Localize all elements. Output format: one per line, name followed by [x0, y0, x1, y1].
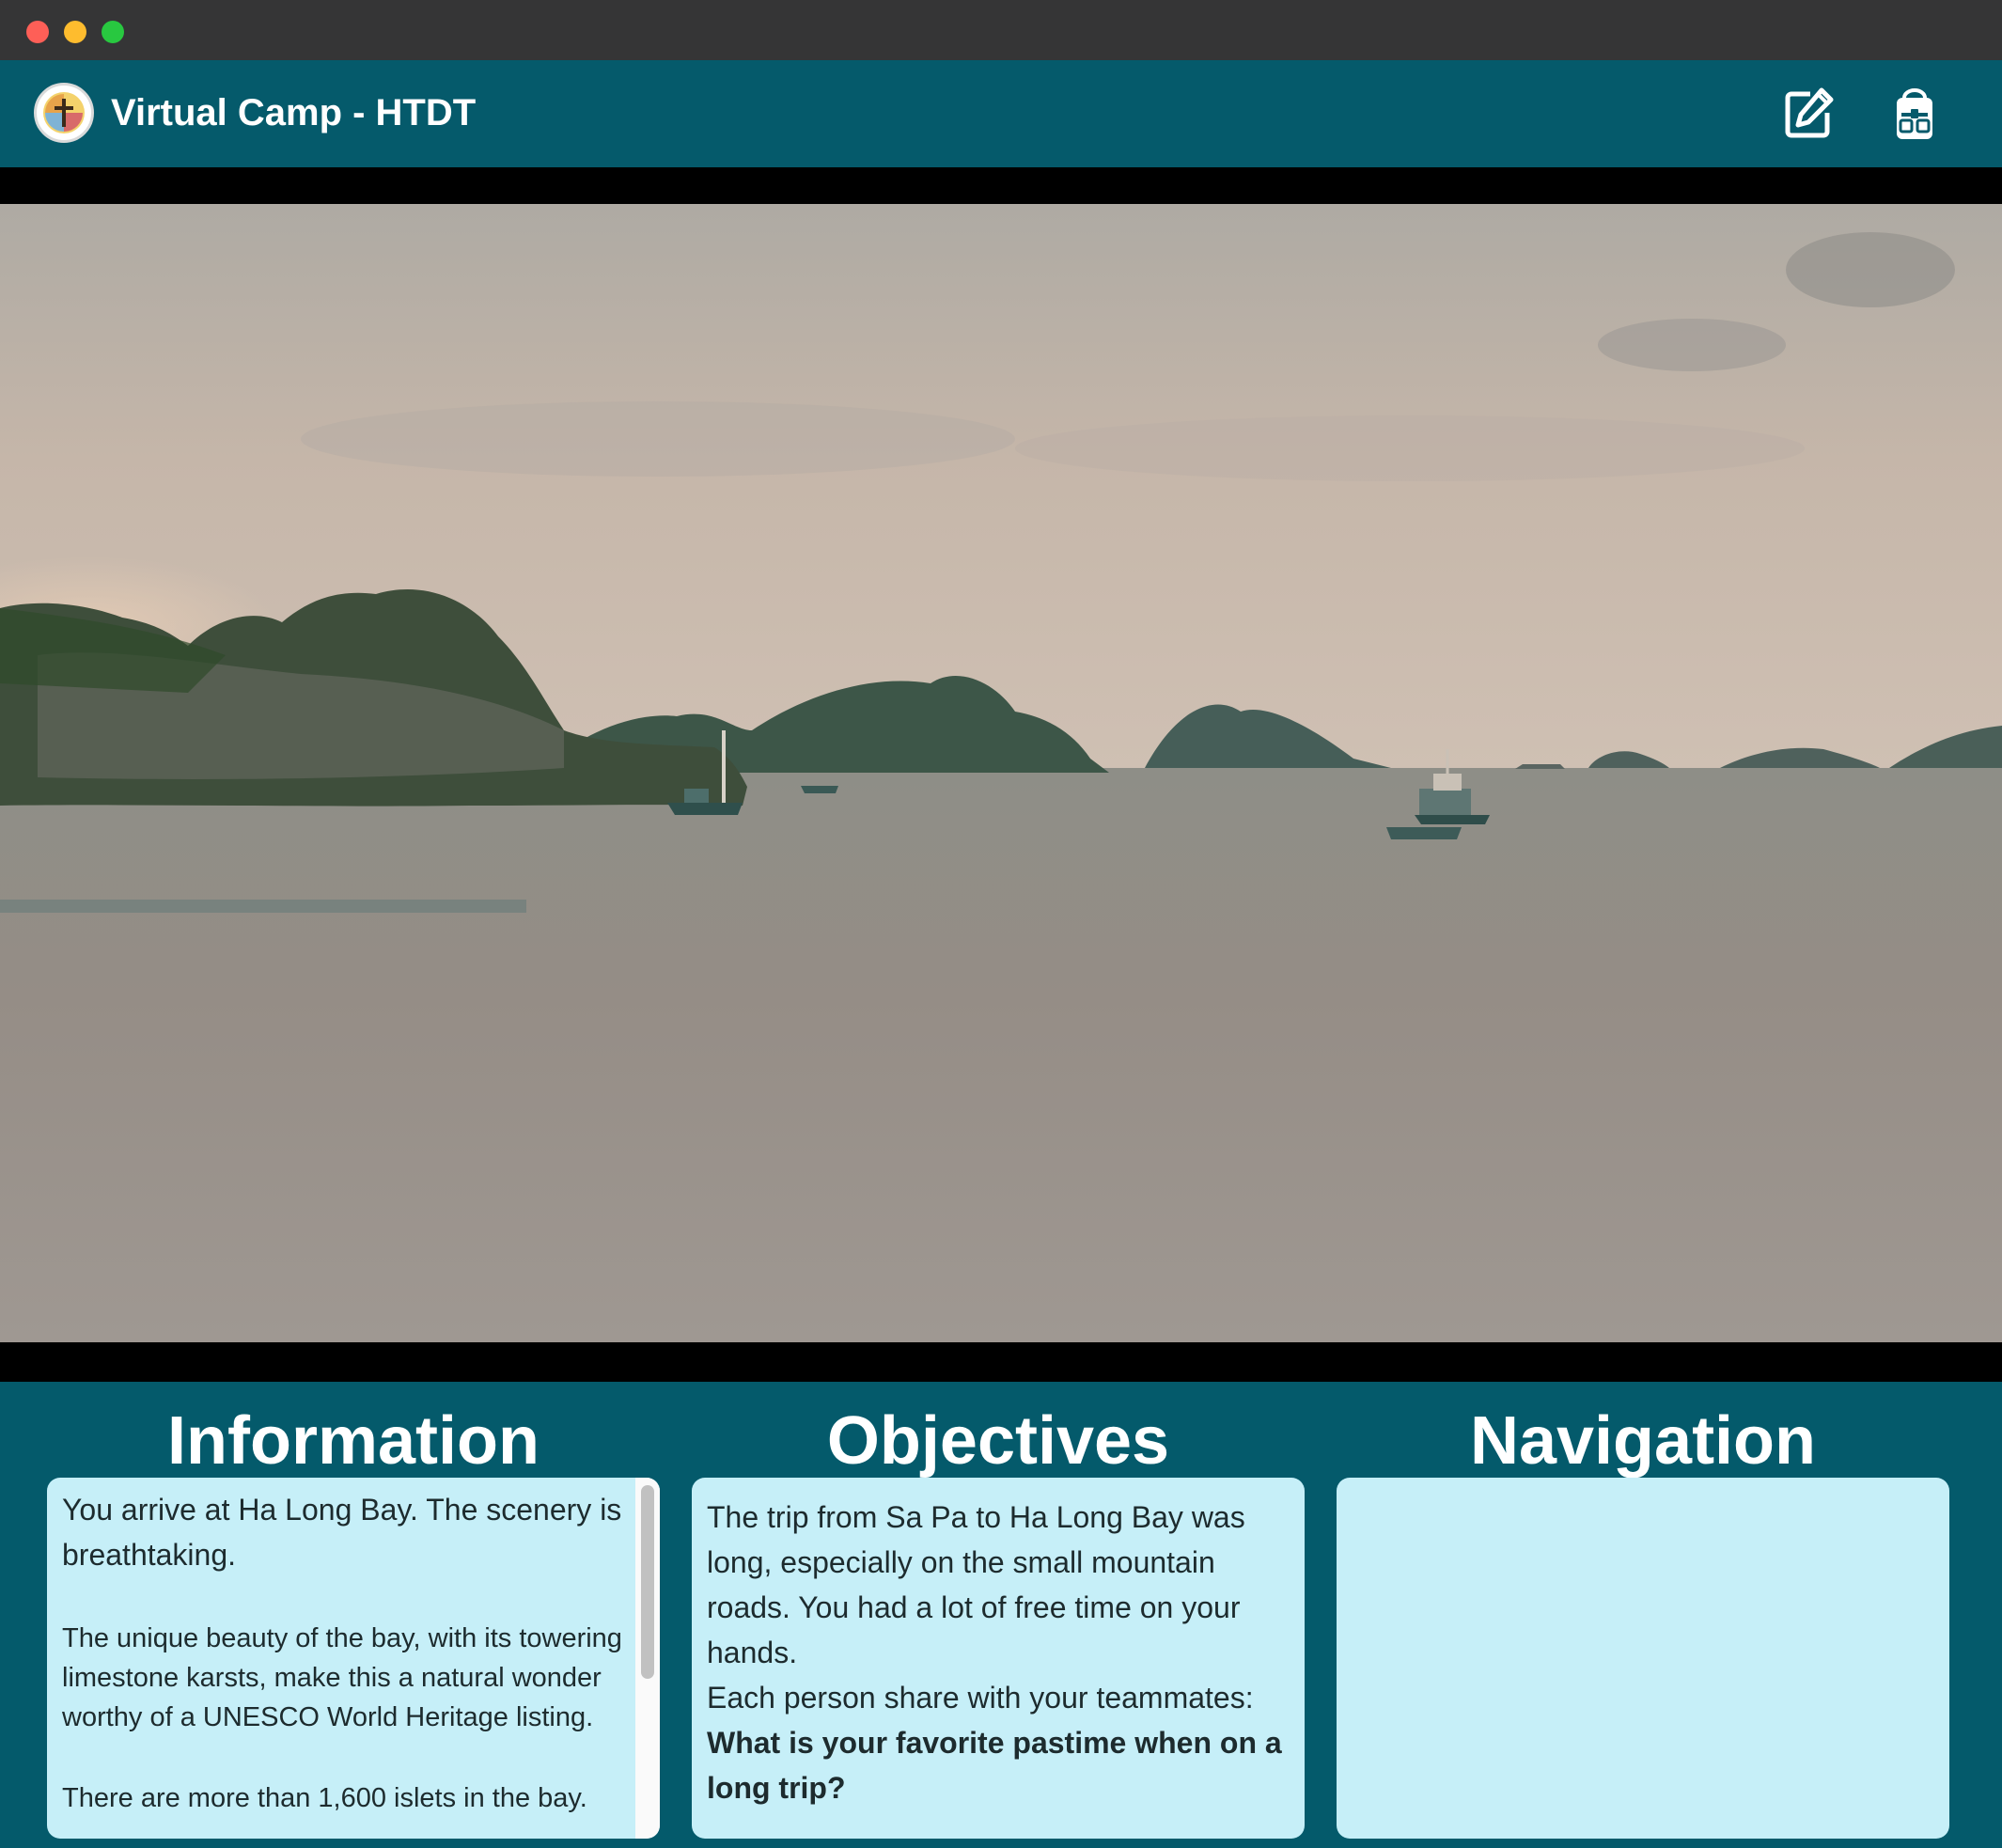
objectives-intro: The trip from Sa Pa to Ha Long Bay was l…: [707, 1500, 1245, 1669]
edit-icon: [1785, 87, 1834, 138]
backpack-icon: [1897, 88, 1932, 139]
information-paragraph: There are more than 1,600 islets in the …: [62, 1783, 587, 1813]
information-heading: Information: [167, 1403, 540, 1479]
objectives-text: The trip from Sa Pa to Ha Long Bay was l…: [707, 1495, 1290, 1810]
window-maximize-button[interactable]: [102, 21, 124, 43]
objectives-panel: The trip from Sa Pa to Ha Long Bay was l…: [692, 1478, 1305, 1839]
navigation-heading: Navigation: [1469, 1403, 1817, 1479]
edit-button[interactable]: [1780, 85, 1838, 143]
information-scrollbar-thumb[interactable]: [641, 1485, 654, 1679]
information-paragraph: The unique beauty of the bay, with its t…: [62, 1623, 622, 1732]
navigation-panel: [1337, 1478, 1949, 1839]
objectives-heading: Objectives: [826, 1403, 1170, 1479]
information-text: You arrive at Ha Long Bay. The scenery i…: [62, 1487, 626, 1818]
backpack-button[interactable]: [1885, 85, 1944, 143]
information-paragraph: You arrive at Ha Long Bay. The scenery i…: [62, 1493, 622, 1572]
objectives-question: What is your favorite pastime when on a …: [707, 1726, 1282, 1805]
window-titlebar: [0, 0, 2002, 60]
scene-viewer[interactable]: [0, 167, 2002, 1382]
ha-long-bay-scene: [0, 204, 2002, 1342]
app-header: Virtual Camp - HTDT: [0, 60, 2002, 167]
objectives-instruction: Each person share with your teammates:: [707, 1681, 1254, 1715]
information-panel[interactable]: You arrive at Ha Long Bay. The scenery i…: [47, 1478, 660, 1839]
window-close-button[interactable]: [26, 21, 49, 43]
camp-logo: [34, 83, 94, 143]
window-minimize-button[interactable]: [64, 21, 86, 43]
app-title: Virtual Camp - HTDT: [111, 92, 477, 133]
